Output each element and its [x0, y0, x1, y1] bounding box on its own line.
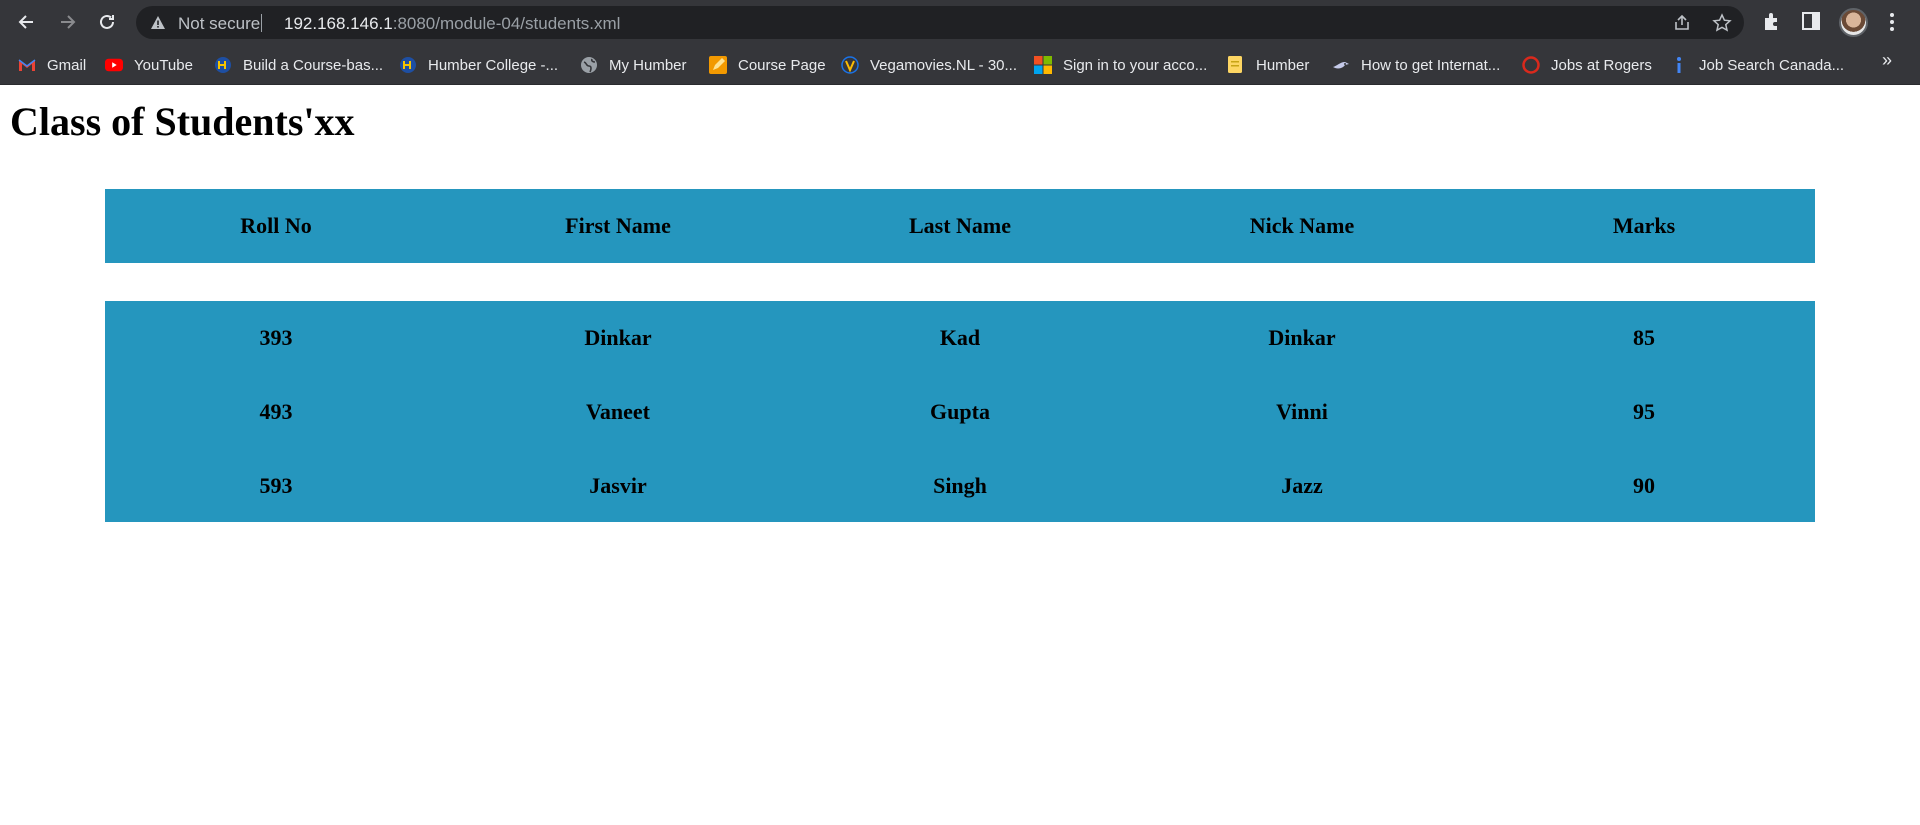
cell-first-name: Dinkar	[584, 325, 652, 350]
bookmark-label: Gmail	[47, 56, 87, 74]
bookmark-label: Build a Course-bas...	[243, 56, 384, 74]
kebab-menu-icon[interactable]	[1885, 10, 1899, 34]
profile-avatar[interactable]	[1839, 8, 1868, 37]
url-path: :8080/module-04/students.xml	[392, 14, 621, 33]
bookmark-humber-college[interactable]: Humber College -...	[399, 53, 558, 77]
bookmark-label: Job Search Canada...	[1699, 56, 1845, 74]
bookmarks-overflow-button[interactable]: »	[1882, 50, 1892, 71]
bookmark-label: YouTube	[134, 56, 193, 74]
bookmark-youtube[interactable]: YouTube	[105, 53, 193, 77]
pencil-icon	[709, 56, 727, 74]
youtube-icon	[105, 56, 123, 74]
bookmark-label: Vegamovies.NL - 30...	[870, 56, 1018, 74]
bookmarks-bar: Gmail YouTube Build a Course-bas... Humb…	[0, 45, 1920, 85]
bookmark-label: Humber College -...	[428, 56, 559, 74]
reload-icon	[100, 14, 114, 29]
url-text[interactable]: 192.168.146.1:8080/module-04/students.xm…	[284, 14, 620, 34]
cell-roll-no: 593	[259, 473, 293, 498]
back-button[interactable]	[12, 7, 42, 37]
table-row: 593 Jasvir Singh Jazz 90	[105, 449, 1815, 523]
students-table-body: 393 Dinkar Kad Dinkar 85 493 Vaneet Gupt…	[105, 301, 1815, 522]
cell-marks: 85	[1633, 325, 1655, 350]
header-last-name: Last Name	[908, 213, 1012, 238]
note-icon	[1227, 56, 1245, 74]
security-divider	[261, 14, 262, 32]
bookmark-label: Course Page	[738, 56, 826, 74]
bookmark-label: Humber	[1256, 56, 1310, 74]
bookmark-label: Jobs at Rogers	[1551, 56, 1652, 74]
microsoft-icon	[1034, 56, 1052, 74]
header-marks: Marks	[1612, 213, 1676, 238]
table-row: 493 Vaneet Gupta Vinni 95	[105, 375, 1815, 449]
bookmark-jobs-rogers[interactable]: Jobs at Rogers	[1522, 53, 1652, 77]
rogers-icon	[1522, 56, 1540, 74]
bookmark-build-course[interactable]: Build a Course-bas...	[214, 53, 383, 77]
bird-icon	[1332, 56, 1350, 74]
humber-icon	[214, 56, 232, 74]
page-title: Class of Students'xx	[10, 99, 355, 144]
forward-arrow-icon	[61, 15, 76, 29]
bookmark-gmail[interactable]: Gmail	[18, 53, 86, 77]
security-status[interactable]: Not secure	[178, 14, 260, 34]
header-roll-no: Roll No	[240, 213, 312, 238]
bookmark-microsoft-signin[interactable]: Sign in to your acco...	[1034, 53, 1207, 77]
cell-marks: 95	[1633, 399, 1655, 424]
header-nick-name: Nick Name	[1249, 213, 1355, 238]
table-row: 393 Dinkar Kad Dinkar 85	[105, 301, 1815, 375]
cell-nick-name: Jazz	[1281, 473, 1323, 498]
url-host: 192.168.146.1	[284, 14, 393, 33]
cell-first-name: Jasvir	[589, 473, 647, 498]
browser-toolbar: Not secure 192.168.146.1:8080/module-04/…	[0, 0, 1920, 45]
cell-roll-no: 493	[259, 399, 293, 424]
extensions-icon[interactable]	[1761, 10, 1783, 32]
bookmark-course-page[interactable]: Course Page	[709, 53, 826, 77]
bookmark-my-humber[interactable]: My Humber	[580, 53, 687, 77]
cell-nick-name: Vinni	[1276, 399, 1328, 424]
cell-first-name: Vaneet	[586, 399, 650, 424]
bookmark-star-icon[interactable]	[1712, 13, 1732, 33]
bookmark-label: My Humber	[609, 56, 687, 74]
info-icon	[1670, 56, 1688, 74]
bookmark-label: How to get Internat...	[1361, 56, 1501, 74]
forward-button[interactable]	[52, 7, 82, 37]
gmail-icon	[18, 56, 36, 74]
cell-last-name: Kad	[939, 325, 981, 350]
humber-icon	[399, 56, 417, 74]
globe-icon	[580, 56, 598, 74]
bookmark-vegamovies[interactable]: Vegamovies.NL - 30...	[841, 53, 1017, 77]
address-bar[interactable]: Not secure 192.168.146.1:8080/module-04/…	[136, 6, 1744, 39]
bookmark-how-to-internat[interactable]: How to get Internat...	[1332, 53, 1500, 77]
cell-nick-name: Dinkar	[1268, 325, 1336, 350]
cell-last-name: Gupta	[930, 399, 990, 424]
cell-marks: 90	[1633, 473, 1655, 498]
bookmark-job-search-canada[interactable]: Job Search Canada...	[1670, 53, 1844, 77]
header-row: Roll No First Name Last Name Nick Name M…	[105, 189, 1815, 263]
reload-button[interactable]	[92, 7, 122, 37]
share-icon[interactable]	[1672, 13, 1692, 33]
bookmark-humber[interactable]: Humber	[1227, 53, 1309, 77]
bookmark-label: Sign in to your acco...	[1063, 56, 1208, 74]
side-panel-icon[interactable]	[1800, 10, 1822, 32]
header-first-name: First Name	[565, 213, 671, 238]
cell-last-name: Singh	[933, 473, 987, 498]
vegamovies-icon	[841, 56, 859, 74]
students-table-header: Roll No First Name Last Name Nick Name M…	[105, 189, 1815, 263]
back-arrow-icon	[18, 15, 33, 29]
cell-roll-no: 393	[259, 325, 293, 350]
warning-icon	[151, 16, 165, 29]
